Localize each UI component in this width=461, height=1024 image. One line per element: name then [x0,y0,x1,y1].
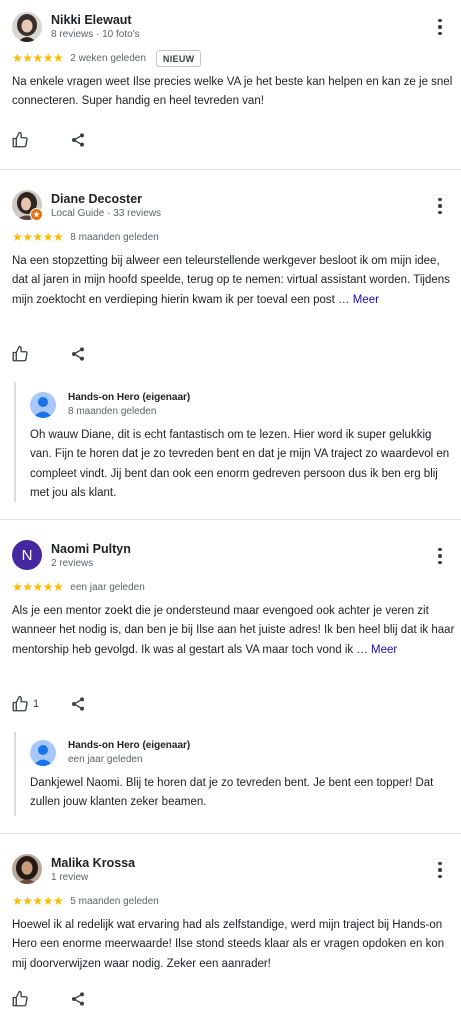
review-date: een jaar geleden [70,581,145,593]
share-icon[interactable] [70,131,86,149]
reviewer-avatar[interactable]: N [12,540,42,570]
owner-avatar [30,740,56,766]
rating-row: ★★★★★ een jaar geleden [12,579,145,595]
review-card: Diane Decoster Local Guide · 33 reviews … [0,170,461,520]
reviewer-avatar[interactable] [12,190,43,221]
review-text: Als je een mentor zoekt die je ondersteu… [12,602,456,660]
share-icon[interactable] [70,990,86,1008]
local-guide-badge-icon [30,208,43,221]
review-actions: 1 [11,694,39,714]
read-more-link[interactable]: Meer [371,644,397,656]
review-card: Malika Krossa 1 review ★★★★★ 5 maanden g… [0,834,461,1024]
rating-row: ★★★★★ 5 maanden geleden [12,893,159,909]
thumbs-up-icon[interactable] [11,695,29,713]
owner-name: Hands-on Hero (eigenaar) [68,740,191,751]
thumbs-up-icon[interactable] [11,131,29,149]
more-options-button[interactable] [434,546,446,566]
share-icon[interactable] [70,345,86,363]
review-text-content: Na enkele vragen weet Ilse precies welke… [12,76,453,108]
review-text-content: Hoewel ik al redelijk wat ervaring had a… [12,919,445,970]
owner-reply: Hands-on Hero (eigenaar) een jaar gelede… [14,732,454,816]
reply-text: Dankjewel Naomi. Blij te horen dat je zo… [30,777,434,809]
reviewer-meta: 1 review [51,872,89,883]
rating-row: ★★★★★ 8 maanden geleden [12,229,159,245]
review-date: 5 maanden geleden [70,895,159,907]
star-rating: ★★★★★ [12,230,64,244]
reply-date: 8 maanden geleden [68,406,157,417]
read-more-link[interactable]: Meer [353,294,379,306]
owner-name: Hands-on Hero (eigenaar) [68,392,191,403]
reviewer-meta: Local Guide · 33 reviews [51,208,162,219]
new-badge: NIEUW [155,49,202,67]
reviewer-avatar[interactable] [12,854,42,884]
reply-date: een jaar geleden [68,754,143,765]
owner-reply: Hands-on Hero (eigenaar) 8 maanden geled… [14,382,454,502]
star-rating: ★★★★★ [12,894,64,908]
review-actions [11,989,29,1009]
reply-text: Oh wauw Diane, dit is echt fantastisch o… [30,429,450,499]
reviewer-meta: 8 reviews · 10 foto's [51,29,140,40]
review-actions [11,344,29,364]
thumbs-up-icon[interactable] [11,990,29,1008]
star-rating: ★★★★★ [12,580,64,594]
review-text: Na een stopzetting bij alweer een teleur… [12,252,456,310]
review-date: 2 weken geleden [70,52,146,64]
review-text: Hoewel ik al redelijk wat ervaring had a… [12,916,456,974]
more-options-button[interactable] [434,17,446,37]
avatar-initial: N [21,546,33,564]
reviewer-avatar[interactable] [12,12,42,42]
rating-row: ★★★★★ 2 weken geleden NIEUW [12,49,202,67]
share-icon[interactable] [70,695,86,713]
review-card: N Naomi Pultyn 2 reviews ★★★★★ een jaar … [0,520,461,833]
owner-avatar [30,392,56,418]
like-count: 1 [33,698,40,710]
star-rating: ★★★★★ [12,51,64,65]
reviewer-name[interactable]: Naomi Pultyn [51,542,131,556]
review-date: 8 maanden geleden [70,231,159,243]
more-options-button[interactable] [434,860,446,880]
reviewer-name[interactable]: Nikki Elewaut [51,13,132,27]
reviewer-name[interactable]: Malika Krossa [51,856,135,870]
reviewer-meta: 2 reviews [51,558,94,569]
review-text: Na enkele vragen weet Ilse precies welke… [12,73,456,112]
review-actions [11,130,29,150]
thumbs-up-icon[interactable] [11,345,29,363]
more-options-button[interactable] [434,196,446,216]
review-card: Nikki Elewaut 8 reviews · 10 foto's ★★★★… [0,0,461,170]
reviewer-name[interactable]: Diane Decoster [51,192,142,206]
review-text-content: Na een stopzetting bij alweer een teleur… [12,255,450,306]
